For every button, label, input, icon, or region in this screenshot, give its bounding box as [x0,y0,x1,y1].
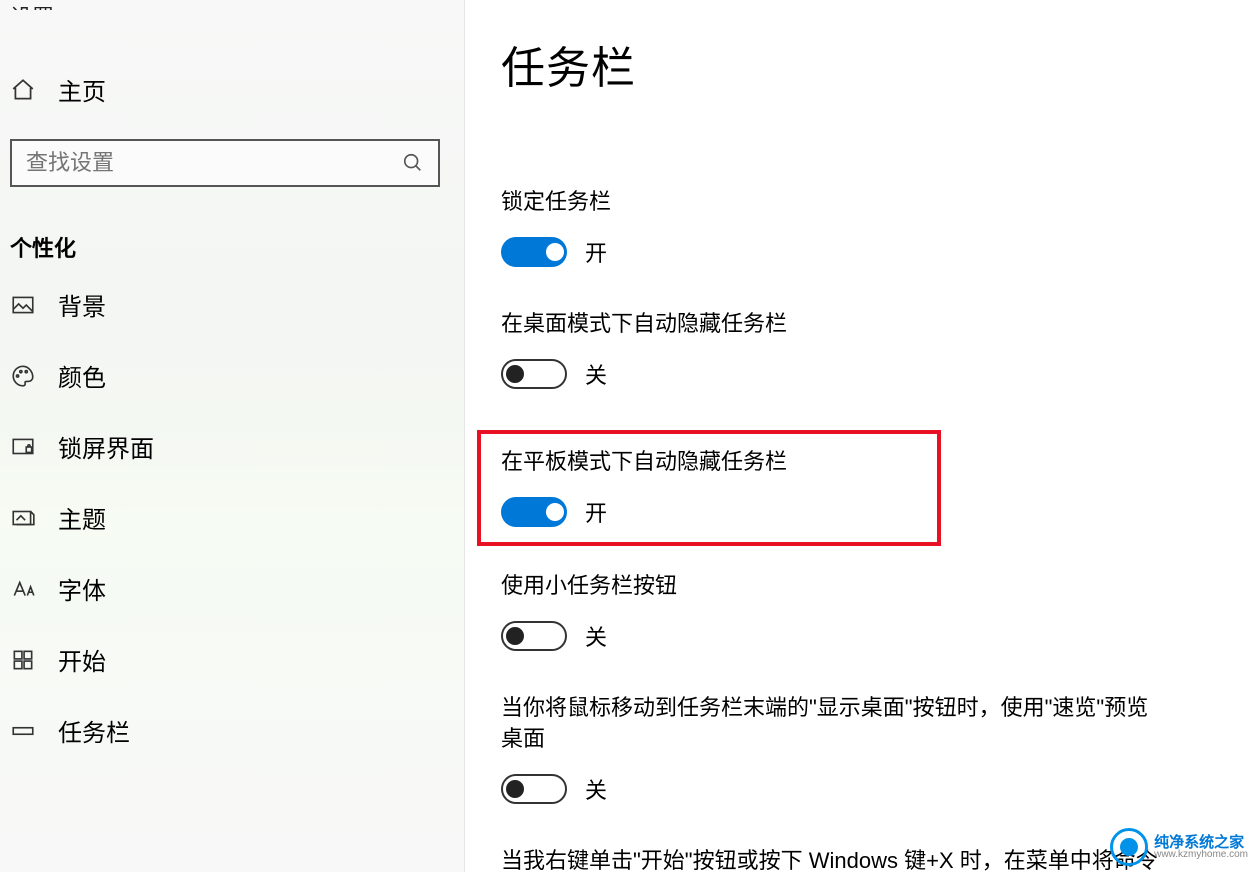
sidebar-home-label: 主页 [58,72,106,107]
page-title: 任务栏 [501,32,1218,96]
sidebar: 设置 主页 个性化 背景 颜色 [0,0,465,872]
setting-autohide-tablet: 在平板模式下自动隐藏任务栏 开 [501,446,787,528]
watermark: 纯净系统之家 www.kzmyhome.com [1110,828,1248,866]
sidebar-item-lockscreen[interactable]: 锁屏界面 [0,411,464,482]
toggle-autohide-desktop[interactable] [501,359,567,389]
sidebar-item-start[interactable]: 开始 [0,624,464,695]
font-icon [10,576,36,602]
taskbar-icon [10,718,36,744]
setting-label: 在桌面模式下自动隐藏任务栏 [501,308,1161,340]
toggle-state: 关 [585,773,607,805]
sidebar-item-taskbar[interactable]: 任务栏 [0,695,464,766]
palette-icon [10,363,36,389]
watermark-title: 纯净系统之家 [1154,835,1248,850]
search-icon [402,152,424,174]
toggle-autohide-tablet[interactable] [501,497,567,527]
lockscreen-icon [10,434,36,460]
search-input[interactable] [26,150,402,176]
toggle-lock-taskbar[interactable] [501,237,567,267]
sidebar-item-label: 颜色 [58,358,106,393]
setting-peek: 当你将鼠标移动到任务栏末端的"显示桌面"按钮时，使用"速览"预览桌面 关 [501,692,1218,806]
toggle-state: 开 [585,496,607,528]
setting-label: 锁定任务栏 [501,186,1161,218]
sidebar-item-label: 主题 [58,500,106,535]
watermark-url: www.kzmyhome.com [1154,850,1248,860]
toggle-peek[interactable] [501,774,567,804]
home-icon [10,77,36,103]
search-box[interactable] [10,139,440,187]
setting-small-buttons: 使用小任务栏按钮 关 [501,570,1218,652]
toggle-state: 关 [585,620,607,652]
sidebar-home[interactable]: 主页 [0,62,464,117]
sidebar-item-label: 锁屏界面 [58,429,154,464]
toggle-small-buttons[interactable] [501,621,567,651]
sidebar-item-colors[interactable]: 颜色 [0,340,464,411]
highlight-frame: 在平板模式下自动隐藏任务栏 开 [477,430,941,546]
setting-label: 当我右键单击"开始"按钮或按下 Windows 键+X 时，在菜单中将命令提示符… [501,845,1161,872]
image-icon [10,292,36,318]
watermark-logo-icon [1110,828,1148,866]
sidebar-item-label: 任务栏 [58,713,130,748]
sidebar-item-fonts[interactable]: 字体 [0,553,464,624]
setting-lock-taskbar: 锁定任务栏 开 [501,186,1218,268]
sidebar-item-background[interactable]: 背景 [0,269,464,340]
setting-label: 当你将鼠标移动到任务栏末端的"显示桌面"按钮时，使用"速览"预览桌面 [501,692,1161,756]
toggle-state: 关 [585,358,607,390]
sidebar-item-label: 开始 [58,642,106,677]
setting-label: 使用小任务栏按钮 [501,570,1161,602]
sidebar-item-themes[interactable]: 主题 [0,482,464,553]
sidebar-item-label: 背景 [58,287,106,322]
sidebar-item-label: 字体 [58,571,106,606]
themes-icon [10,505,36,531]
app-title: 设置 [0,0,464,10]
setting-autohide-desktop: 在桌面模式下自动隐藏任务栏 关 [501,308,1218,390]
start-icon [10,647,36,673]
toggle-state: 开 [585,236,607,268]
main-content: 任务栏 锁定任务栏 开 在桌面模式下自动隐藏任务栏 关 在平板模式下自动隐藏任务… [465,0,1254,872]
setting-label: 在平板模式下自动隐藏任务栏 [501,446,787,478]
sidebar-section-title: 个性化 [0,217,464,269]
